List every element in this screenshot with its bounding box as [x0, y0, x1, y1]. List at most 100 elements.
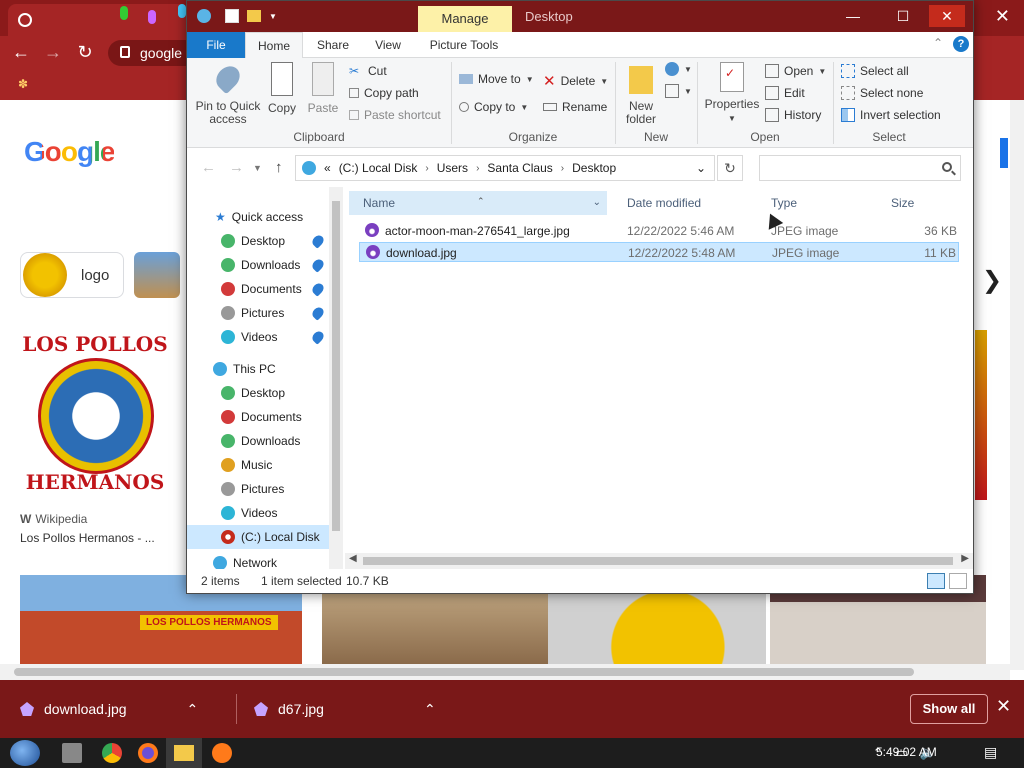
- copy-button[interactable]: Copy: [265, 62, 299, 115]
- google-logo[interactable]: Google: [24, 136, 115, 168]
- back-arrow-icon[interactable]: ←: [10, 42, 32, 63]
- search-input[interactable]: [759, 155, 961, 181]
- details-view-icon[interactable]: [927, 573, 945, 589]
- maximize-icon[interactable]: ☐: [885, 5, 921, 27]
- column-header-size[interactable]: Size: [891, 191, 967, 215]
- chrome-taskbar-icon[interactable]: [102, 743, 122, 763]
- tab-picture-tools[interactable]: Picture Tools: [423, 32, 505, 58]
- properties-check-icon[interactable]: [225, 9, 239, 23]
- select-none-button[interactable]: Select none: [841, 86, 923, 100]
- minimize-icon[interactable]: —: [835, 5, 871, 27]
- paste-button[interactable]: Paste: [305, 62, 341, 115]
- account-button-peek[interactable]: [1000, 138, 1008, 168]
- new-item-button[interactable]: ▼: [665, 62, 692, 76]
- result-title[interactable]: Los Pollos Hermanos - ...: [20, 531, 155, 545]
- chevron-right-icon[interactable]: ▶: [961, 553, 969, 564]
- file-row[interactable]: download.jpg 12/22/2022 5:48 AM JPEG ima…: [359, 242, 959, 262]
- clock[interactable]: 5:49:02 AM: [876, 745, 937, 759]
- nav-scrollbar[interactable]: [329, 187, 343, 569]
- nav-item-documents[interactable]: Documents: [187, 277, 329, 301]
- explorer-app-icon[interactable]: [197, 9, 211, 23]
- nav-item-pc-music[interactable]: Music: [187, 453, 329, 477]
- breadcrumb-part[interactable]: (C:) Local Disk: [339, 161, 418, 175]
- up-arrow-icon[interactable]: ↑: [275, 159, 283, 176]
- chevron-up-icon[interactable]: ⌃: [933, 36, 943, 50]
- page-horizontal-scrollbar[interactable]: [0, 664, 1010, 680]
- rename-button[interactable]: Rename: [543, 100, 607, 114]
- properties-button[interactable]: ✓ Properties ▼: [703, 62, 761, 125]
- refresh-icon[interactable]: ↻: [717, 155, 743, 181]
- large-icons-view-icon[interactable]: [949, 573, 967, 589]
- chevron-up-icon[interactable]: ⌃: [424, 701, 436, 718]
- file-row[interactable]: actor-moon-man-276541_large.jpg 12/22/20…: [359, 221, 959, 241]
- show-all-button[interactable]: Show all: [910, 694, 988, 724]
- task-view-icon[interactable]: [62, 743, 82, 763]
- search-app-icon[interactable]: [212, 743, 232, 763]
- result-source[interactable]: W Wikipedia: [20, 512, 87, 526]
- result-image[interactable]: LOS POLLOS HERMANOS: [20, 324, 170, 504]
- nav-scroll-thumb[interactable]: [332, 201, 340, 531]
- chevron-right-icon[interactable]: ›: [425, 163, 428, 174]
- nav-item-downloads[interactable]: Downloads: [187, 253, 329, 277]
- new-folder-icon[interactable]: [247, 10, 261, 22]
- help-icon[interactable]: ?: [953, 36, 969, 52]
- chevron-left-icon[interactable]: ◀: [349, 553, 357, 564]
- page-vertical-scrollbar[interactable]: [1010, 100, 1024, 670]
- nav-item-videos[interactable]: Videos: [187, 325, 329, 349]
- related-search-chip[interactable]: logo: [20, 252, 124, 298]
- explorer-taskbar-active[interactable]: [166, 738, 202, 768]
- file-list-scroll-thumb[interactable]: [363, 557, 953, 565]
- nav-item-local-disk[interactable]: (C:) Local Disk: [187, 525, 329, 549]
- start-button-icon[interactable]: [10, 740, 40, 766]
- related-search-chip-2[interactable]: [134, 252, 180, 298]
- invert-selection-button[interactable]: Invert selection: [841, 108, 941, 122]
- back-arrow-icon[interactable]: ←: [201, 159, 216, 176]
- notification-icon[interactable]: ▤: [984, 744, 997, 761]
- tab-share[interactable]: Share: [309, 32, 357, 58]
- paste-shortcut-button[interactable]: Paste shortcut: [349, 108, 441, 122]
- chevron-up-icon[interactable]: ⌃: [187, 701, 199, 718]
- result-image-peek[interactable]: [975, 330, 987, 500]
- edit-button[interactable]: Edit: [765, 86, 805, 100]
- breadcrumb-part[interactable]: Desktop: [572, 161, 616, 175]
- chrome-omnibox[interactable]: google: [108, 40, 198, 66]
- recent-dropdown-icon[interactable]: ▼: [253, 163, 262, 173]
- forward-arrow-icon[interactable]: →: [229, 159, 244, 176]
- address-bar[interactable]: « (C:) Local Disk › Users › Santa Claus …: [295, 155, 715, 181]
- nav-item-pc-pictures[interactable]: Pictures: [187, 477, 329, 501]
- nav-item-desktop[interactable]: Desktop: [187, 229, 329, 253]
- nav-item-pc-documents[interactable]: Documents: [187, 405, 329, 429]
- breadcrumb-part[interactable]: Santa Claus: [487, 161, 552, 175]
- download-item[interactable]: download.jpg ⌃: [20, 680, 198, 738]
- breadcrumb-part[interactable]: Users: [437, 161, 468, 175]
- select-all-button[interactable]: Select all: [841, 64, 909, 78]
- nav-item-pc-videos[interactable]: Videos: [187, 501, 329, 525]
- firefox-taskbar-icon[interactable]: [138, 743, 158, 763]
- easy-access-button[interactable]: ▼: [665, 84, 692, 98]
- close-icon[interactable]: ✕: [996, 696, 1011, 717]
- nav-network[interactable]: Network: [187, 551, 329, 569]
- nav-quick-access[interactable]: ★ Quick access: [187, 205, 329, 229]
- download-item[interactable]: d67.jpg ⌃: [254, 680, 436, 738]
- file-list-horizontal-scrollbar[interactable]: ◀ ▶: [345, 553, 973, 569]
- tab-manage[interactable]: Manage: [418, 6, 512, 32]
- column-header-type[interactable]: Type: [771, 191, 887, 215]
- column-header-date[interactable]: Date modified: [627, 191, 767, 215]
- copy-path-button[interactable]: Copy path: [349, 86, 419, 100]
- qat-dropdown-icon[interactable]: ▼: [269, 12, 277, 21]
- pin-quick-access-button[interactable]: Pin to Quick access: [193, 61, 263, 126]
- open-button[interactable]: Open ▼: [765, 64, 826, 78]
- column-header-name[interactable]: Name ⌃ ⌄: [349, 191, 607, 215]
- nav-item-pc-downloads[interactable]: Downloads: [187, 429, 329, 453]
- tab-view[interactable]: View: [365, 32, 411, 58]
- chevron-right-icon[interactable]: ›: [476, 163, 479, 174]
- chevron-right-icon[interactable]: ›: [561, 163, 564, 174]
- tab-home[interactable]: Home: [245, 32, 303, 59]
- cut-button[interactable]: ✂ Cut: [349, 64, 387, 78]
- nav-item-pc-desktop[interactable]: Desktop: [187, 381, 329, 405]
- chevron-down-icon[interactable]: ⌄: [593, 191, 601, 215]
- breadcrumb-overflow[interactable]: «: [324, 161, 331, 175]
- chevron-down-icon[interactable]: ⌄: [696, 161, 706, 175]
- reload-icon[interactable]: ↻: [74, 42, 96, 63]
- nav-item-pictures[interactable]: Pictures: [187, 301, 329, 325]
